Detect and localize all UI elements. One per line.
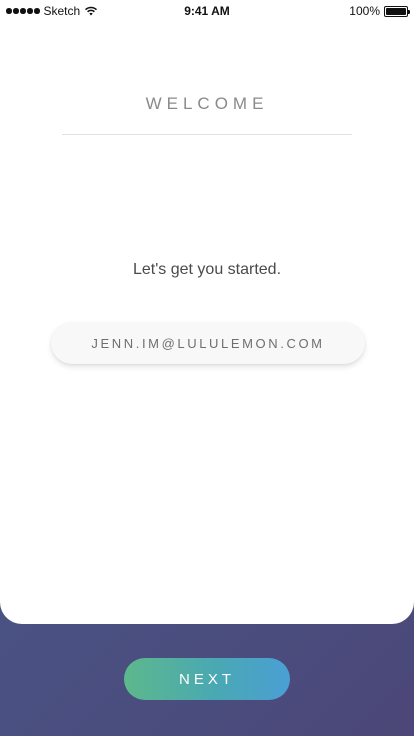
title-divider (62, 134, 352, 135)
email-field[interactable] (51, 322, 365, 364)
page-title: WELCOME (145, 94, 269, 113)
subtitle-text: Let's get you started. (132, 261, 282, 278)
next-button[interactable]: NEXT (124, 658, 290, 700)
battery-icon (384, 5, 410, 17)
content-card: Sketch 9:41 AM 100% WELCOME Let's get yo… (0, 0, 414, 624)
status-bar: Sketch 9:41 AM 100% (0, 0, 414, 22)
battery-percent: 100% (349, 4, 380, 18)
status-right: 100% (349, 4, 410, 18)
